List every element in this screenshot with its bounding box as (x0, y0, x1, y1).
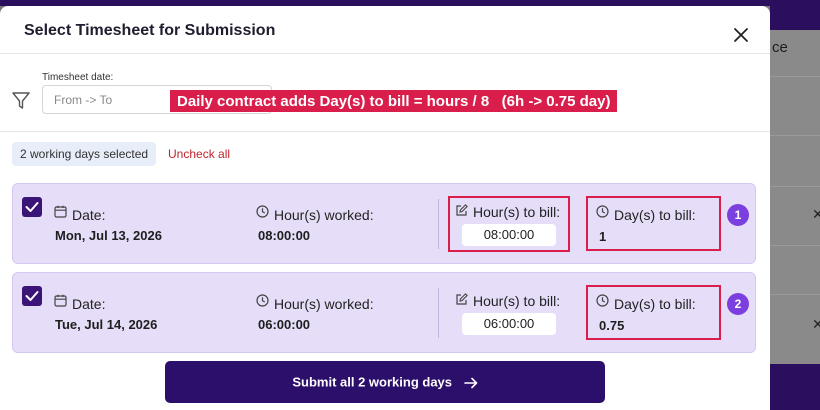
background-app-footer (770, 364, 820, 410)
close-icon[interactable] (728, 22, 754, 48)
highlight-box (586, 285, 721, 340)
step-marker: 1 (727, 204, 749, 226)
background-app-panel-header (770, 6, 820, 30)
background-divider (770, 186, 820, 187)
background-divider (770, 294, 820, 295)
card-divider (438, 199, 439, 249)
hours-worked-value: 06:00:00 (258, 317, 311, 332)
filter-icon[interactable] (11, 91, 31, 111)
background-close-icon: ✕ (812, 316, 820, 332)
background-partial-text: ce (772, 39, 788, 56)
edit-icon (456, 293, 468, 305)
entry-checkbox[interactable] (22, 197, 42, 217)
selection-count-badge: 2 working days selected (12, 142, 157, 166)
timesheet-date-label: Timesheet date: (42, 72, 114, 83)
clock-icon (256, 294, 269, 307)
check-icon (25, 291, 39, 301)
header-divider (0, 53, 770, 54)
background-close-icon: ✕ (812, 206, 820, 222)
timesheet-entry-card[interactable]: Date: Tue, Jul 14, 2026 Hour(s) worked: … (12, 272, 756, 353)
timesheet-entry-card[interactable]: Date: Mon, Jul 13, 2026 Hour(s) worked: … (12, 183, 756, 264)
section-divider (0, 131, 770, 132)
entry-checkbox[interactable] (22, 286, 42, 306)
hours-worked-label: Hour(s) worked: (274, 207, 374, 223)
hours-to-bill-input[interactable]: 06:00:00 (462, 313, 556, 335)
arrow-right-icon (463, 377, 477, 388)
date-label: Date: (72, 207, 106, 223)
entry-date: Mon, Jul 13, 2026 (55, 228, 162, 243)
date-label: Date: (72, 296, 106, 312)
clock-icon (256, 205, 269, 218)
card-divider (438, 288, 439, 338)
annotation-callout: Daily contract adds Day(s) to bill = hou… (170, 90, 618, 112)
step-marker: 2 (727, 293, 749, 315)
uncheck-all-link[interactable]: Uncheck all (168, 142, 230, 166)
hours-worked-value: 08:00:00 (258, 228, 311, 243)
highlight-box (586, 196, 721, 251)
check-icon (25, 202, 39, 212)
hours-worked-label: Hour(s) worked: (274, 296, 374, 312)
dialog-title: Select Timesheet for Submission (24, 22, 276, 39)
background-divider (770, 76, 820, 77)
calendar-icon (54, 205, 67, 218)
highlight-box (448, 196, 570, 252)
background-divider (770, 245, 820, 246)
submit-label: Submit all 2 working days (292, 374, 453, 390)
timesheet-submission-dialog: Select Timesheet for Submission Timeshee… (0, 6, 770, 410)
submit-button[interactable]: Submit all 2 working days (165, 361, 605, 403)
entry-date: Tue, Jul 14, 2026 (55, 317, 158, 332)
background-divider (770, 135, 820, 136)
hours-to-bill-label: Hour(s) to bill: (473, 293, 561, 309)
calendar-icon (54, 294, 67, 307)
